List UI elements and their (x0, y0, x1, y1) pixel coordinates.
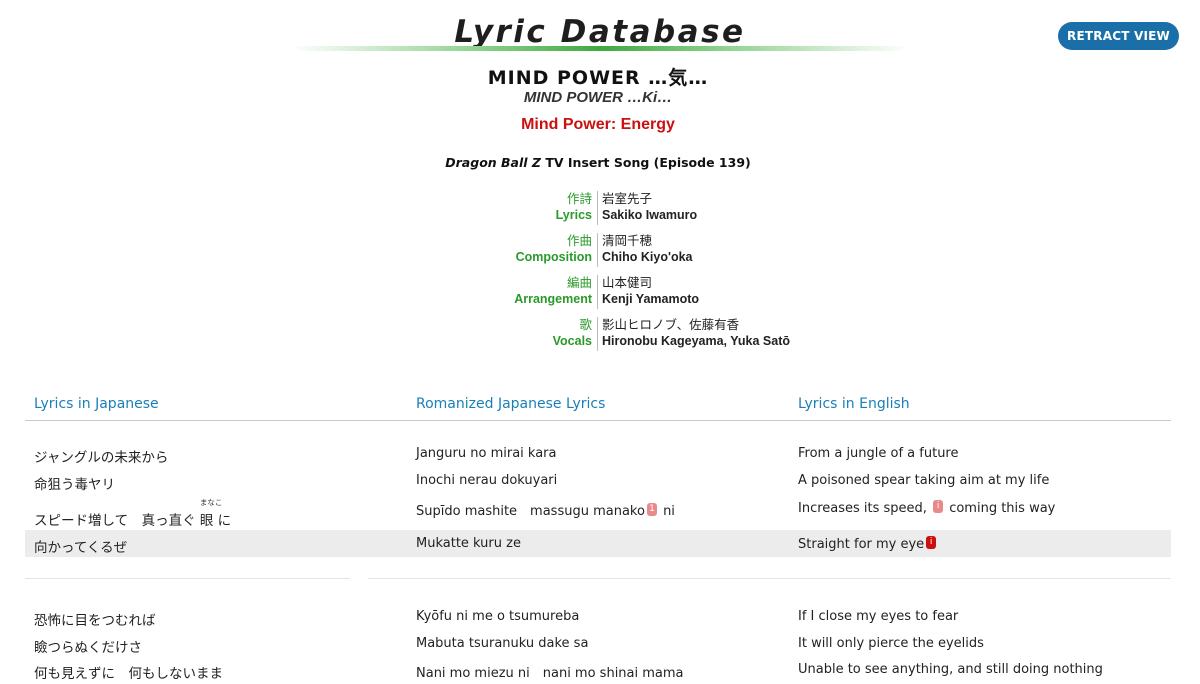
credit-divider (597, 317, 598, 351)
lyric-romaji: Janguru no mirai kara (416, 446, 557, 461)
lyric-japanese: 瞼つらぬくだけさ (34, 640, 142, 656)
credit-composition: 作曲 Composition 清岡千穂 Chiho Kiyo'oka (0, 233, 1200, 269)
lyric-japanese: スピード増して 真っ直ぐ まなこ眼 に (34, 498, 232, 529)
credit-value-jp: 山本健司 (602, 276, 653, 290)
credit-divider (597, 233, 598, 267)
song-title-romaji: MIND POWER …Ki… (523, 89, 673, 106)
header-romanized-lyrics: Romanized Japanese Lyrics (416, 396, 606, 412)
credit-divider (597, 275, 598, 309)
lyric-text: Increases its speed, (798, 501, 932, 516)
lyric-romaji: Kyōfu ni me o tsumureba (416, 609, 580, 624)
song-title-english: Mind Power: Energy (521, 116, 675, 133)
ruby-reading: まなこ (199, 498, 223, 507)
lyric-japanese: 命狙う毒ヤリ (34, 477, 115, 493)
credit-label-jp: 作曲 (566, 234, 592, 248)
song-source: Dragon Ball Z TV Insert Song (Episode 13… (0, 155, 1196, 170)
lyric-text: に (213, 513, 232, 529)
lyric-english: From a jungle of a future (798, 446, 959, 461)
stanza-divider (25, 578, 1171, 579)
header-english-lyrics: Lyrics in English (798, 396, 910, 412)
footnote-badge[interactable]: 1 (646, 503, 657, 516)
lyric-japanese: 何も見えずに 何もしないまま (34, 666, 223, 682)
lyric-row: 命狙う毒ヤリ Inochi nerau dokuyari A poisoned … (25, 467, 1171, 494)
lyric-english: It will only pierce the eyelids (798, 636, 984, 651)
info-note-badge[interactable]: i (926, 536, 937, 549)
title-underline (290, 46, 910, 51)
lyric-romaji: Nani mo miezu ni nani mo shinai mama (416, 666, 684, 681)
header-japanese-lyrics: Lyrics in Japanese (34, 396, 159, 412)
lyric-row: スピード増して 真っ直ぐ まなこ眼 に Supīdo mashite massu… (25, 494, 1171, 529)
lyric-row: 恐怖に目をつむれば Kyōfu ni me o tsumureba If I c… (25, 603, 1171, 630)
site-title: Lyric Database (454, 14, 746, 50)
lyric-romaji: Mukatte kuru ze (416, 536, 521, 551)
credit-arrangement: 編曲 Arrangement 山本健司 Kenji Yamamoto (0, 275, 1200, 311)
ruby-base: 眼 (199, 513, 214, 529)
lyric-row: 何も見えずに 何もしないまま Nani mo miezu ni nani mo … (25, 656, 1171, 683)
lyric-japanese: 向かってくるぜ (34, 540, 128, 556)
lyric-row-highlighted: 向かってくるぜ Mukatte kuru ze Straight for my … (25, 530, 1171, 557)
lyric-text: Straight for my eye (798, 537, 925, 552)
source-detail: TV Insert Song (Episode 139) (540, 155, 751, 170)
info-note-badge[interactable]: i (933, 500, 944, 513)
credit-value-jp: 清岡千穂 (602, 234, 653, 248)
credit-divider (597, 191, 598, 225)
credit-value-jp: 岩室先子 (602, 192, 653, 206)
lyric-english: If I close my eyes to fear (798, 609, 959, 624)
lyric-romaji: Inochi nerau dokuyari (416, 473, 558, 488)
credit-value-en: Sakiko Iwamuro (602, 208, 698, 222)
credit-label-jp: 作詩 (566, 192, 592, 206)
credit-vocals: 歌 Vocals 影山ヒロノブ、佐藤有香 Hironobu Kageyama, Yu… (0, 317, 1200, 353)
credit-lyrics: 作詩 Lyrics 岩室先子 Sakiko Iwamuro (0, 191, 1200, 227)
lyric-romaji: Mabuta tsuranuku dake sa (416, 636, 589, 651)
credit-value-jp: 影山ヒロノブ、佐藤有香 (602, 318, 740, 332)
lyric-english: A poisoned spear taking aim at my life (798, 473, 1050, 488)
song-title: MIND POWER …気… (487, 67, 709, 89)
lyrics-column-headers: Lyrics in Japanese Romanized Japanese Ly… (25, 396, 1171, 421)
lyric-japanese: ジャングルの未来から (34, 450, 169, 466)
lyric-english: Unable to see anything, and still doing … (798, 662, 1103, 677)
lyric-japanese: 恐怖に目をつむれば (34, 613, 156, 629)
ruby-word: まなこ眼 (199, 498, 223, 529)
credit-value-en: Hironobu Kageyama, Yuka Satō (602, 334, 791, 348)
lyric-english: Straight for my eye i (798, 536, 938, 552)
credit-label-en: Composition (515, 250, 592, 264)
credit-label-en: Arrangement (514, 292, 592, 306)
credit-value-en: Chiho Kiyo'oka (602, 250, 693, 264)
lyric-romaji: Supīdo mashite massugu manako 1 ni (416, 500, 675, 519)
lyric-english: Increases its speed, i coming this way (798, 500, 1055, 516)
credit-label-jp: 編曲 (566, 276, 592, 290)
credit-label-en: Lyrics (555, 208, 592, 222)
lyric-text: Supīdo mashite massugu manako (416, 504, 645, 519)
credit-label-jp: 歌 (579, 318, 592, 332)
lyric-text: ni (658, 504, 675, 519)
credit-value-en: Kenji Yamamoto (602, 292, 700, 306)
lyric-row: ジャングルの未来から Janguru no mirai kara From a … (25, 440, 1171, 467)
lyric-text: スピード増して 真っ直ぐ (34, 513, 200, 529)
source-series: Dragon Ball Z (445, 155, 541, 170)
credit-label-en: Vocals (552, 334, 592, 348)
lyric-text: coming this way (945, 501, 1056, 516)
lyric-row: 瞼つらぬくだけさ Mabuta tsuranuku dake sa It wil… (25, 630, 1171, 657)
